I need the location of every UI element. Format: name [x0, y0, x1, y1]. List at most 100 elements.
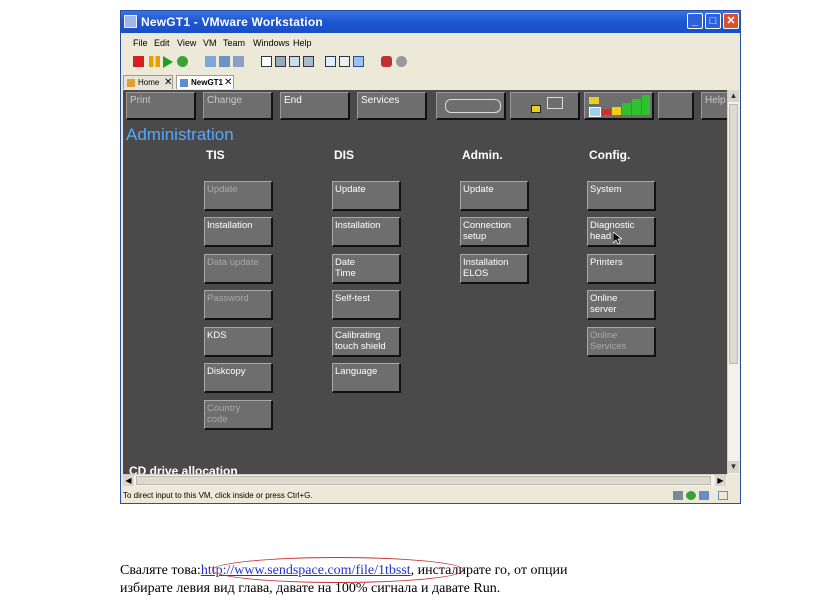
- blank-panel: [658, 92, 694, 120]
- menu-file[interactable]: File: [133, 38, 148, 48]
- quick-switch-icon[interactable]: [303, 56, 314, 67]
- column-tis-title: TIS: [206, 148, 225, 162]
- page-title: Administration: [126, 125, 234, 144]
- vertical-scroll-thumb[interactable]: [729, 104, 738, 364]
- menu-vm[interactable]: VM: [203, 38, 217, 48]
- window-title: NewGT1 - VMware Workstation: [141, 15, 323, 29]
- dis-date-time-button[interactable]: Date Time: [332, 254, 401, 284]
- help-button[interactable]: Help: [701, 92, 727, 120]
- tis-data-update-button[interactable]: Data update: [204, 254, 273, 284]
- column-admin-title: Admin.: [462, 148, 503, 162]
- snapshot-manager-icon[interactable]: [233, 56, 244, 67]
- pause-icon[interactable]: [149, 56, 160, 67]
- horizontal-scrollbar[interactable]: ◀ ▶: [123, 474, 727, 486]
- scroll-down-icon[interactable]: ▼: [728, 461, 739, 473]
- tis-diskcopy-button[interactable]: Diskcopy: [204, 363, 273, 393]
- change-button[interactable]: Change: [203, 92, 273, 120]
- view-2-icon[interactable]: [339, 56, 350, 67]
- config-printers-button[interactable]: Printers: [587, 254, 656, 284]
- scroll-right-icon[interactable]: ▶: [715, 475, 726, 486]
- home-icon: [127, 79, 135, 87]
- admin-connection-setup-button[interactable]: Connection setup: [460, 217, 529, 247]
- hard-disk-icon[interactable]: [673, 491, 683, 500]
- scroll-up-icon[interactable]: ▲: [728, 90, 739, 102]
- section-cd-drive-allocation: CD drive allocation: [129, 464, 238, 474]
- dis-language-button[interactable]: Language: [332, 363, 401, 393]
- menu-help[interactable]: Help: [293, 38, 312, 48]
- tab-newgt1[interactable]: NewGT1 ✕: [176, 75, 234, 89]
- replay-icon[interactable]: [396, 56, 407, 67]
- monitor-icon: [589, 107, 601, 117]
- console-view-icon[interactable]: [275, 56, 286, 67]
- status-text: To direct input to this VM, click inside…: [123, 491, 313, 500]
- device-icon: [547, 97, 563, 109]
- vertical-scrollbar[interactable]: ▲ ▼: [727, 90, 739, 474]
- cylinder-icon: [445, 99, 501, 113]
- vm-console[interactable]: Print Change End Services Help Administr…: [123, 90, 727, 474]
- vmware-app-icon: [124, 15, 137, 28]
- title-bar[interactable]: NewGT1 - VMware Workstation _ □ ✕: [121, 11, 740, 33]
- tis-kds-button[interactable]: KDS: [204, 327, 273, 357]
- tab-home-label: Home: [138, 78, 160, 87]
- menu-edit[interactable]: Edit: [154, 38, 170, 48]
- minimize-button[interactable]: _: [687, 13, 703, 29]
- tis-password-button[interactable]: Password: [204, 290, 273, 320]
- doc-text-before-link: Сваляте това:: [120, 563, 201, 578]
- view-3-icon[interactable]: [353, 56, 364, 67]
- config-online-services-button[interactable]: Online Services: [587, 327, 656, 357]
- menu-view[interactable]: View: [177, 38, 196, 48]
- mouse-cursor-icon: [613, 232, 622, 245]
- view-1-icon[interactable]: [325, 56, 336, 67]
- network-icon[interactable]: [686, 491, 696, 500]
- dis-self-test-button[interactable]: Self-test: [332, 290, 401, 320]
- snapshot-icon[interactable]: [205, 56, 216, 67]
- summary-view-icon[interactable]: [261, 56, 272, 67]
- tab-home-close-icon[interactable]: ✕: [164, 77, 172, 88]
- message-log-icon[interactable]: [718, 491, 728, 500]
- admin-update-button[interactable]: Update: [460, 181, 529, 211]
- end-button[interactable]: End: [280, 92, 350, 120]
- dis-update-button[interactable]: Update: [332, 181, 401, 211]
- admin-installation-elos-button[interactable]: Installation ELOS: [460, 254, 529, 284]
- vmware-window: NewGT1 - VMware Workstation _ □ ✕ File E…: [120, 10, 741, 504]
- vm-tab-icon: [180, 79, 188, 87]
- status-panel-1: [436, 92, 506, 120]
- tis-country-code-button[interactable]: Country code: [204, 400, 273, 430]
- reset-icon[interactable]: [177, 56, 188, 67]
- status-panel-3: [584, 92, 654, 120]
- revert-icon[interactable]: [219, 56, 230, 67]
- column-config-title: Config.: [589, 148, 631, 162]
- signal-bar-2: [612, 107, 621, 115]
- document-line-2: избирате левия вид глава, давате на 100%…: [120, 581, 501, 596]
- menu-bar: File Edit View VM Team Windows Help: [121, 35, 740, 51]
- tab-bar: Home ✕ NewGT1 ✕: [121, 74, 740, 90]
- config-system-button[interactable]: System: [587, 181, 656, 211]
- print-button[interactable]: Print: [126, 92, 196, 120]
- fullscreen-icon[interactable]: [289, 56, 300, 67]
- tab-home[interactable]: Home ✕: [123, 75, 173, 89]
- play-icon[interactable]: [163, 56, 173, 68]
- services-button[interactable]: Services: [357, 92, 427, 120]
- connector-icon: [531, 105, 541, 113]
- tab-newgt1-label: NewGT1: [191, 78, 224, 87]
- status-bar: To direct input to this VM, click inside…: [121, 489, 740, 503]
- plug-icon: [589, 97, 599, 104]
- scroll-left-icon[interactable]: ◀: [123, 475, 134, 486]
- tis-installation-button[interactable]: Installation: [204, 217, 273, 247]
- signal-bar-5: [642, 95, 650, 115]
- dis-installation-button[interactable]: Installation: [332, 217, 401, 247]
- close-button[interactable]: ✕: [723, 13, 739, 29]
- tis-update-button[interactable]: Update: [204, 181, 273, 211]
- menu-team[interactable]: Team: [223, 38, 245, 48]
- record-icon[interactable]: [381, 56, 392, 67]
- tab-newgt1-close-icon[interactable]: ✕: [224, 77, 232, 88]
- highlight-oval: [212, 557, 464, 583]
- usb-icon[interactable]: [699, 491, 709, 500]
- horizontal-scroll-thumb[interactable]: [136, 476, 711, 485]
- column-dis-title: DIS: [334, 148, 355, 162]
- config-online-server-button[interactable]: Online server: [587, 290, 656, 320]
- dis-calibrating-button[interactable]: Calibrating touch shield: [332, 327, 401, 357]
- maximize-button[interactable]: □: [705, 13, 721, 29]
- menu-windows[interactable]: Windows: [253, 38, 290, 48]
- stop-icon[interactable]: [133, 56, 144, 67]
